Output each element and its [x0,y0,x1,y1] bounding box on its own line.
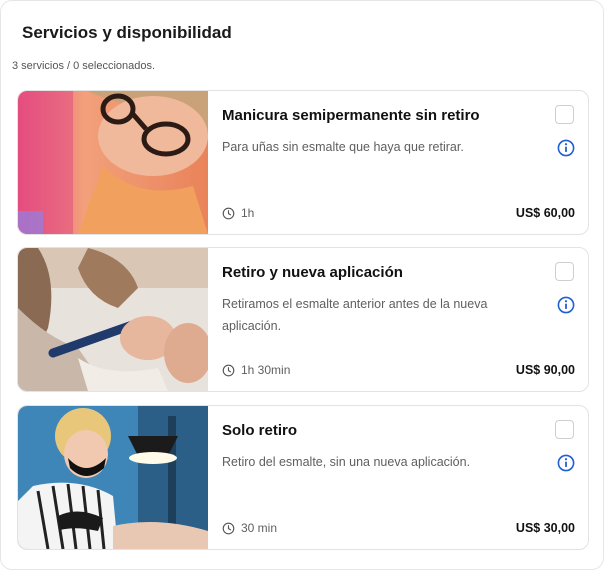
info-icon[interactable] [557,454,575,472]
select-checkbox[interactable] [555,105,574,124]
service-photo [18,91,208,234]
clock-icon [222,522,235,534]
service-duration: 1h 30min [222,363,290,377]
service-description: Retiro del esmalte, sin una nueva aplica… [222,455,471,469]
service-card-solo-retiro[interactable]: Solo retiro Retiro del esmalte, sin una … [17,405,589,550]
service-description: Retiramos el esmalte anterior antes de l… [222,297,488,333]
service-title: Solo retiro [222,422,298,439]
clock-icon [222,364,235,376]
service-price: US$ 60,00 [515,206,575,220]
service-title: Retiro y nueva aplicación [222,264,403,281]
service-card-retiro-nueva[interactable]: Retiro y nueva aplicación Retiramos el e… [17,247,589,392]
page-title: Servicios y disponibilidad [22,23,232,42]
select-checkbox[interactable] [555,262,574,281]
service-photo [18,406,208,549]
duration-text: 1h [241,206,255,220]
service-duration: 1h [222,206,254,220]
selection-count: 3 servicios / 0 seleccionados. [12,60,156,72]
clock-icon [222,207,235,219]
service-description: Para uñas sin esmalte que haya que retir… [222,140,464,154]
duration-text: 30 min [241,521,278,535]
service-photo [18,248,208,391]
info-icon[interactable] [557,296,575,314]
service-price: US$ 90,00 [515,363,575,377]
service-card-manicura[interactable]: Manicura semipermanente sin retiro Para … [17,90,589,235]
services-panel: Servicios y disponibilidad 3 servicios /… [0,0,604,570]
service-duration: 30 min [222,521,277,535]
service-title: Manicura semipermanente sin retiro [222,107,480,124]
select-checkbox[interactable] [555,420,574,439]
service-price: US$ 30,00 [515,521,575,535]
info-icon[interactable] [557,139,575,157]
duration-text: 1h 30min [241,363,291,377]
